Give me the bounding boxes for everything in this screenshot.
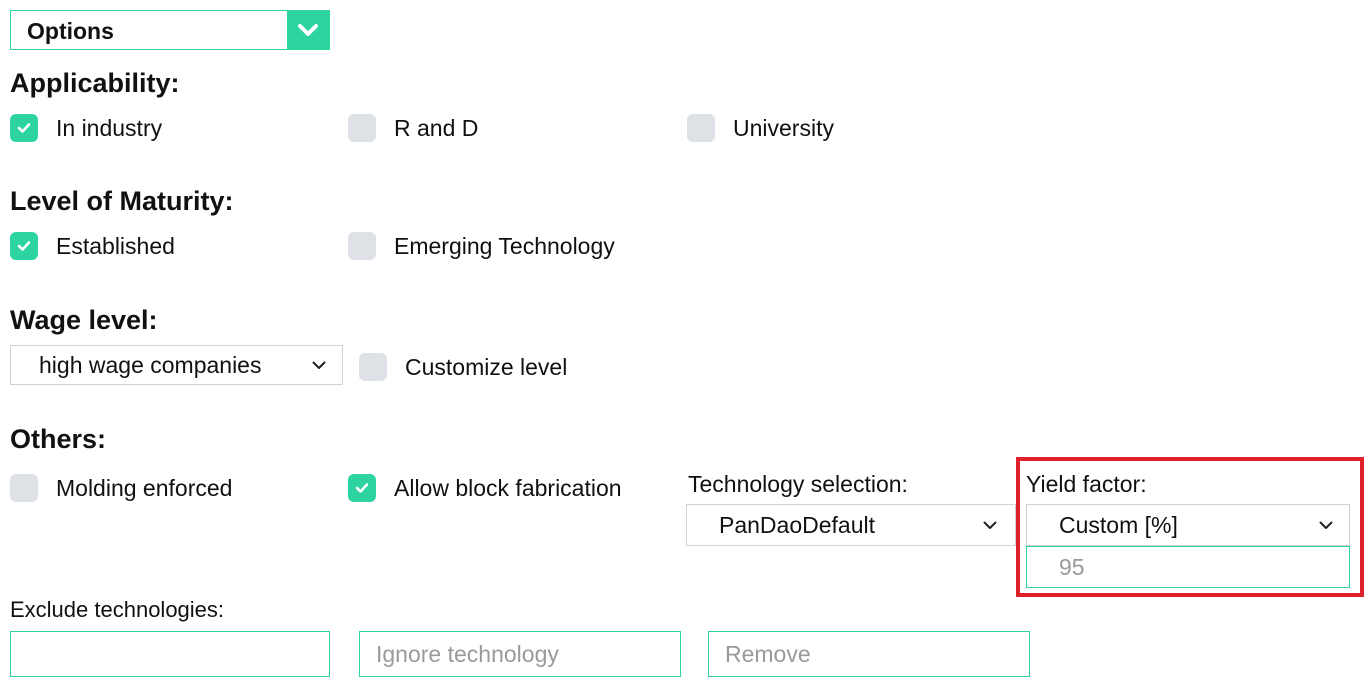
checkbox-label: University (733, 114, 834, 141)
checkbox-checked-icon[interactable] (10, 114, 38, 142)
checkbox-in-industry[interactable]: In industry (10, 114, 162, 142)
checkbox-unchecked-icon[interactable] (10, 474, 38, 502)
checkbox-established[interactable]: Established (10, 232, 175, 260)
chevron-down-icon (979, 521, 1001, 530)
checkbox-label: R and D (394, 114, 479, 141)
checkbox-label: Customize level (405, 353, 568, 380)
applicability-title: Applicability: (10, 68, 180, 98)
yield-factor-placeholder: 95 (1059, 553, 1085, 580)
technology-selection-label: Technology selection: (688, 471, 908, 497)
checkbox-checked-icon[interactable] (10, 232, 38, 260)
chevron-down-icon[interactable] (287, 11, 329, 49)
checkbox-checked-icon[interactable] (348, 474, 376, 502)
yield-factor-select[interactable]: Custom [%] (1026, 504, 1350, 546)
checkbox-unchecked-icon[interactable] (348, 232, 376, 260)
chevron-down-icon (1315, 521, 1337, 530)
checkbox-unchecked-icon[interactable] (359, 353, 387, 381)
yield-factor-input[interactable]: 95 (1026, 546, 1350, 588)
remove-label: Remove (725, 640, 811, 667)
ignore-technology-button[interactable]: Ignore technology (359, 631, 681, 677)
chevron-down-icon (308, 361, 330, 370)
remove-button[interactable]: Remove (708, 631, 1030, 677)
checkbox-label: Allow block fabrication (394, 474, 622, 501)
exclude-technologies-label: Exclude technologies: (10, 597, 225, 622)
exclude-technologies-input[interactable] (10, 631, 330, 677)
ignore-technology-label: Ignore technology (376, 640, 559, 667)
checkbox-emerging-technology[interactable]: Emerging Technology (348, 232, 615, 260)
others-title: Others: (10, 424, 107, 454)
checkbox-university[interactable]: University (687, 114, 834, 142)
checkbox-unchecked-icon[interactable] (687, 114, 715, 142)
checkbox-label: Established (56, 232, 175, 259)
wage-level-select[interactable]: high wage companies (10, 345, 343, 385)
yield-factor-label: Yield factor: (1026, 471, 1147, 497)
options-label: Options (27, 18, 114, 44)
checkbox-label: In industry (56, 114, 163, 141)
checkbox-r-and-d[interactable]: R and D (348, 114, 478, 142)
options-dropdown[interactable]: Options (10, 10, 330, 50)
maturity-title: Level of Maturity: (10, 186, 234, 216)
checkbox-molding-enforced[interactable]: Molding enforced (10, 474, 232, 502)
wage-title: Wage level: (10, 305, 158, 335)
technology-selection-value: PanDaoDefault (719, 511, 875, 538)
checkbox-customize-level[interactable]: Customize level (359, 353, 567, 381)
checkbox-unchecked-icon[interactable] (348, 114, 376, 142)
technology-selection-select[interactable]: PanDaoDefault (686, 504, 1016, 546)
checkbox-label: Molding enforced (56, 474, 233, 501)
checkbox-allow-block-fabrication[interactable]: Allow block fabrication (348, 474, 622, 502)
yield-factor-value: Custom [%] (1059, 511, 1178, 538)
checkbox-label: Emerging Technology (394, 232, 615, 259)
wage-level-value: high wage companies (39, 351, 262, 378)
